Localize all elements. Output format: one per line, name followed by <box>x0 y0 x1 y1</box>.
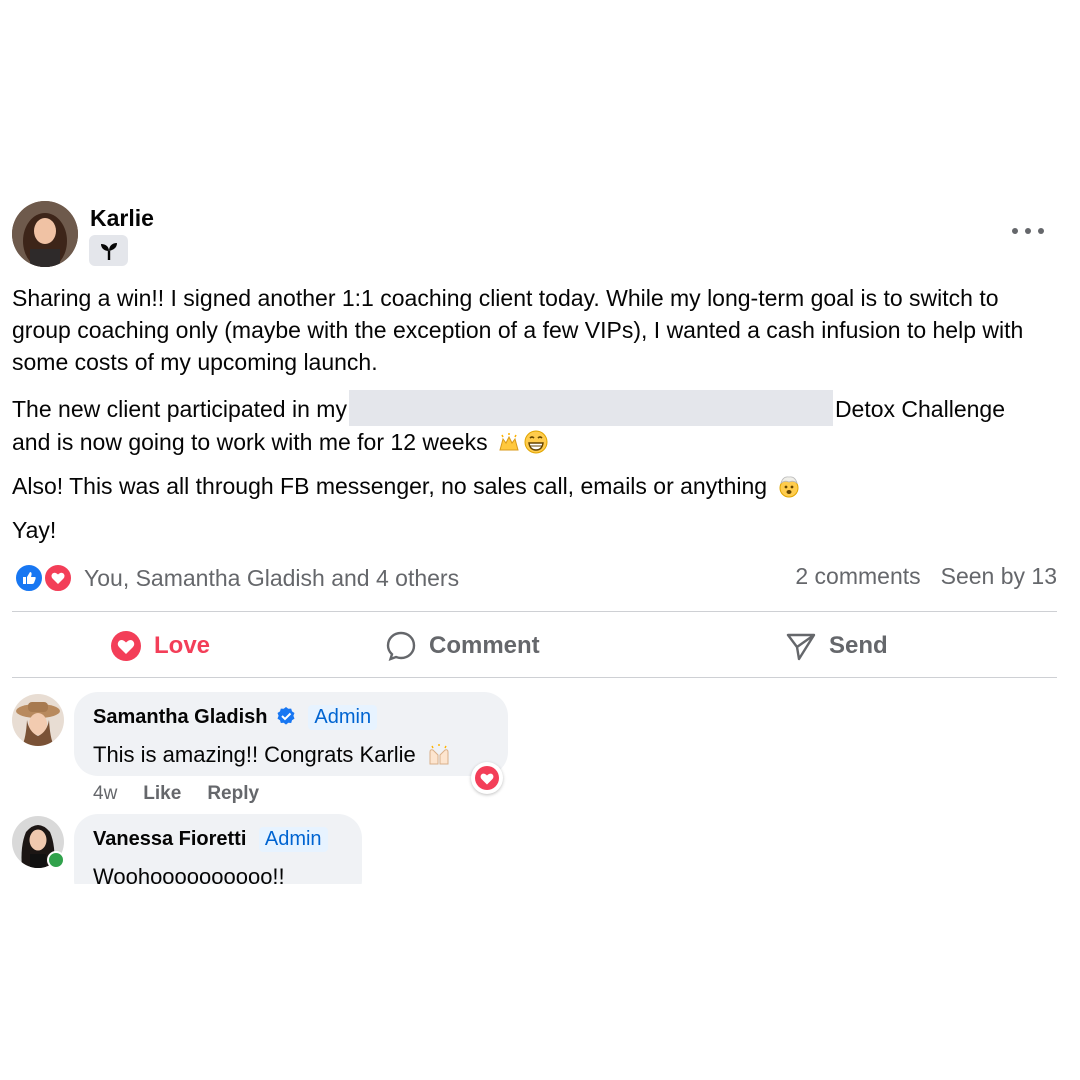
comment-icon <box>386 631 416 661</box>
reactions-summary[interactable]: You, Samantha Gladish and 4 others <box>14 561 459 595</box>
comments-count[interactable]: 2 comments <box>795 563 920 590</box>
comment-text: This is amazing!! Congrats Karlie <box>93 742 452 768</box>
love-label: Love <box>154 632 211 659</box>
love-icon <box>111 631 141 661</box>
like-reaction-icon <box>14 563 44 593</box>
author-name[interactable]: Karlie <box>90 205 154 232</box>
comment-meta: 4w Like Reply <box>93 783 259 805</box>
divider <box>12 677 1057 678</box>
post-stats: 2 comments Seen by 13 <box>795 563 1057 590</box>
reaction-icons <box>14 562 76 594</box>
post-paragraph: The new client participated in my Detox C… <box>12 390 1062 458</box>
bottom-whitespace <box>0 884 1080 1080</box>
post-paragraph: Yay! <box>12 517 57 543</box>
send-icon <box>786 633 816 661</box>
raising-hands-emoji <box>499 433 519 451</box>
comment-label: Comment <box>429 632 540 659</box>
text-segment: Also! This was all through FB messenger,… <box>12 473 768 499</box>
dot-icon <box>1025 228 1031 234</box>
member-badge[interactable] <box>89 235 128 266</box>
dot-icon <box>1012 228 1018 234</box>
comment-text-content: This is amazing!! Congrats Karlie <box>93 742 416 767</box>
divider <box>12 611 1057 612</box>
comment-bubble: Samantha Gladish Admin This is amazing!!… <box>74 692 508 776</box>
comment-time[interactable]: 4w <box>93 783 117 805</box>
commenter-name[interactable]: Vanessa Fioretti <box>93 828 246 851</box>
commenter-name[interactable]: Samantha Gladish <box>93 706 268 729</box>
seen-by-count[interactable]: Seen by 13 <box>941 563 1057 590</box>
dot-icon <box>1038 228 1044 234</box>
reaction-names[interactable]: You, Samantha Gladish and 4 others <box>84 565 459 592</box>
admin-badge: Admin <box>308 705 378 730</box>
send-button[interactable]: Send <box>785 624 888 668</box>
online-status-indicator <box>47 851 65 869</box>
grinning-emoji <box>524 430 548 454</box>
love-button[interactable]: Love <box>110 624 210 668</box>
author-avatar[interactable] <box>12 201 78 267</box>
sprout-icon <box>100 242 117 260</box>
post-text: Sharing a win!! I signed another 1:1 coa… <box>12 282 1062 558</box>
post-paragraph: Sharing a win!! I signed another 1:1 coa… <box>12 285 1024 375</box>
verified-badge-icon <box>277 707 295 725</box>
text-segment: and is now going to work with me for 12 … <box>12 429 488 455</box>
clapping-hands-emoji <box>429 744 449 765</box>
text-segment: Detox Challenge <box>834 396 1005 422</box>
love-reaction-icon <box>43 563 73 593</box>
send-label: Send <box>829 632 888 659</box>
text-segment: The new client participated in my <box>12 396 347 422</box>
more-options-button[interactable] <box>1012 221 1044 241</box>
post-card: Karlie Sharing a win!! I signed another … <box>0 0 1080 1080</box>
love-reaction-icon <box>475 766 499 790</box>
like-link[interactable]: Like <box>143 783 181 805</box>
comment-button[interactable]: Comment <box>385 624 540 668</box>
reply-link[interactable]: Reply <box>207 783 259 805</box>
admin-badge: Admin <box>258 827 328 852</box>
comment-reaction[interactable] <box>471 762 503 794</box>
post-paragraph: Also! This was all through FB messenger,… <box>12 470 1062 502</box>
comment-avatar[interactable] <box>12 694 64 746</box>
redacted-block <box>348 390 833 426</box>
exploding-head-emoji <box>779 476 798 498</box>
